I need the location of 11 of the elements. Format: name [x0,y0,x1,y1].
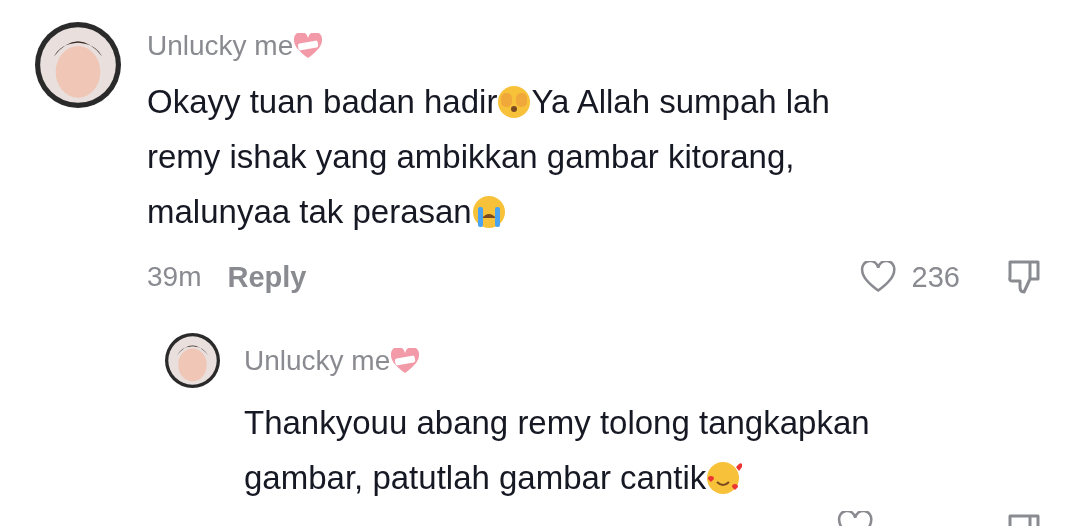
comment-text: Ya Allah sumpah lah [531,82,830,121]
comment-text: gambar, patutlah gambar cantik [244,458,707,497]
username[interactable]: Unlucky me [244,345,391,377]
comment-text: remy ishak yang ambikkan gambar kitorang, [147,137,795,176]
timestamp: 39m [147,261,202,293]
comment-text: Okayy tuan badan hadir [147,82,498,121]
reply-button[interactable]: Reply [227,260,307,294]
comment-text: Thankyouu abang remy tolong tangkapkan [244,403,870,442]
comment-text: malunyaa tak perasan [147,192,472,231]
username[interactable]: Unlucky me [147,30,294,62]
like-count: 236 [911,260,960,294]
